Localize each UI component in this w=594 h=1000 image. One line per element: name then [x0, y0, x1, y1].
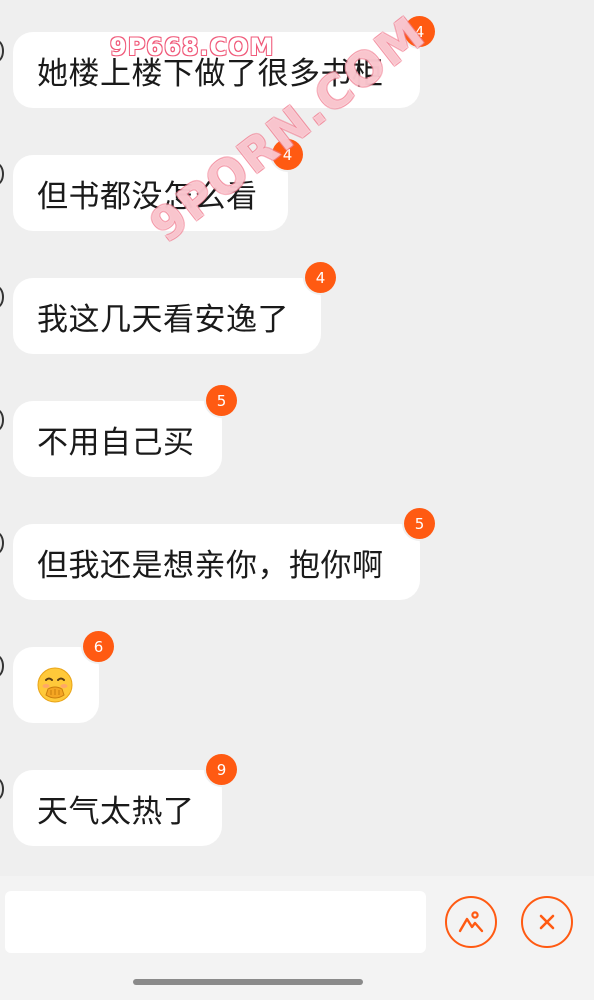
image-button[interactable]	[445, 896, 497, 948]
avatar[interactable]	[0, 778, 4, 800]
home-indicator[interactable]	[133, 979, 363, 985]
message-text: 但书都没怎么看	[37, 178, 258, 215]
message-input[interactable]	[5, 891, 426, 953]
count-badge: 5	[206, 385, 237, 416]
message-text: 不用自己买	[37, 424, 195, 461]
message-text: 天气太热了	[37, 793, 195, 830]
message-row: 我这几天看安逸了 4	[0, 262, 594, 356]
avatar[interactable]	[0, 532, 4, 554]
input-bar	[0, 876, 594, 1000]
avatar[interactable]	[0, 286, 4, 308]
message-bubble[interactable]: 她楼上楼下做了很多书柜	[13, 32, 420, 108]
close-button[interactable]	[521, 896, 573, 948]
count-badge: 6	[83, 631, 114, 662]
message-bubble[interactable]: 不用自己买	[13, 401, 222, 477]
message-bubble[interactable]: 但书都没怎么看	[13, 155, 288, 231]
message-text: 她楼上楼下做了很多书柜	[37, 55, 384, 92]
count-badge: 4	[272, 139, 303, 170]
close-icon	[539, 914, 555, 930]
message-text: 我这几天看安逸了	[37, 301, 289, 338]
message-row: 6	[0, 631, 594, 725]
message-bubble[interactable]	[13, 647, 99, 723]
message-row: 但书都没怎么看 4	[0, 139, 594, 233]
message-bubble[interactable]: 但我还是想亲你，抱你啊	[13, 524, 420, 600]
message-bubble[interactable]: 我这几天看安逸了	[13, 278, 321, 354]
count-badge: 4	[305, 262, 336, 293]
message-row: 天气太热了 9	[0, 754, 594, 848]
count-badge: 4	[404, 16, 435, 47]
hand-over-mouth-emoji	[37, 667, 73, 703]
avatar[interactable]	[0, 163, 4, 185]
message-text: 但我还是想亲你，抱你啊	[37, 547, 384, 584]
message-row: 不用自己买 5	[0, 385, 594, 479]
count-badge: 5	[404, 508, 435, 539]
avatar[interactable]	[0, 655, 4, 677]
chat-area: 她楼上楼下做了很多书柜 4 但书都没怎么看 4 我这几天看安逸了 4 不用自己买…	[0, 0, 594, 876]
avatar[interactable]	[0, 409, 4, 431]
count-badge: 9	[206, 754, 237, 785]
message-row: 但我还是想亲你，抱你啊 5	[0, 508, 594, 602]
avatar[interactable]	[0, 40, 4, 62]
message-row: 她楼上楼下做了很多书柜 4	[0, 16, 594, 110]
image-mountain-icon	[458, 911, 484, 933]
message-bubble[interactable]: 天气太热了	[13, 770, 222, 846]
